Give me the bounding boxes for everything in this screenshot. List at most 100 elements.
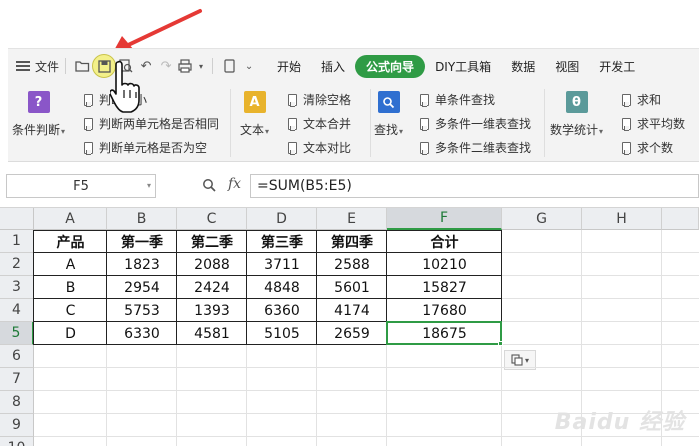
chevron-down-icon[interactable]: ▾ (196, 56, 206, 76)
text-button[interactable]: A 文本▾ (240, 91, 269, 138)
row-header-8[interactable]: 8 (0, 391, 34, 414)
row-header-3[interactable]: 3 (0, 276, 34, 299)
column-header-b[interactable]: B (107, 208, 177, 230)
name-box[interactable]: F5 ▾ (6, 174, 156, 198)
table-cell[interactable]: 5105 (247, 322, 317, 345)
column-header-a[interactable]: A (34, 208, 107, 230)
question-mark-icon: ? (27, 91, 50, 113)
table-cell[interactable]: 4581 (177, 322, 247, 345)
table-cell[interactable]: 3711 (247, 253, 317, 276)
table-cell[interactable]: 2424 (177, 276, 247, 299)
row-header-4[interactable]: 4 (0, 299, 34, 322)
table-header-cell[interactable]: 第四季 (317, 230, 387, 253)
file-menu[interactable]: 文件 (8, 58, 59, 75)
divider (212, 58, 214, 74)
print-icon[interactable] (176, 56, 196, 76)
judge-empty-item[interactable]: 判断单元格是否为空 (84, 139, 207, 156)
document-icon (84, 141, 93, 155)
table-cell[interactable]: 5601 (317, 276, 387, 299)
condition-judge-button[interactable]: ? 条件判断▾ (12, 91, 65, 138)
table-cell[interactable]: 17680 (387, 299, 502, 322)
column-header-c[interactable]: C (177, 208, 247, 230)
text-merge-label: 文本合并 (303, 117, 352, 131)
table-cell[interactable]: D (34, 322, 107, 345)
fill-handle[interactable] (498, 341, 503, 346)
document-icon (420, 93, 429, 107)
new-document-icon[interactable] (219, 56, 239, 76)
table-cell[interactable]: 4848 (247, 276, 317, 299)
row-header-9[interactable]: 9 (0, 414, 34, 437)
row-header-6[interactable]: 6 (0, 345, 34, 368)
spreadsheet-grid: ▾ Baidu 经验 ABCDEFGH12345678910产品第一季第二季第三… (0, 208, 699, 446)
table-border (316, 230, 317, 345)
table-header-cell[interactable]: 合计 (387, 230, 502, 253)
judge-same-item[interactable]: 判断两单元格是否相同 (84, 115, 219, 132)
table-cell[interactable]: 2659 (317, 322, 387, 345)
multi-1d-lookup-label: 多条件一维表查找 (435, 117, 532, 131)
search-icon (377, 91, 400, 113)
column-header-e[interactable]: E (317, 208, 387, 230)
document-icon (84, 93, 93, 107)
zoom-icon[interactable] (202, 178, 216, 196)
table-cell[interactable]: 15827 (387, 276, 502, 299)
count-item[interactable]: 求个数 (622, 139, 673, 156)
count-label: 求个数 (637, 141, 674, 155)
gridline (581, 230, 582, 446)
formula-input[interactable]: =SUM(B5:E5) (250, 174, 699, 198)
table-cell[interactable]: 5753 (107, 299, 177, 322)
row-header-7[interactable]: 7 (0, 368, 34, 391)
table-header-cell[interactable]: 第一季 (107, 230, 177, 253)
row-header-2[interactable]: 2 (0, 253, 34, 276)
text-compare-item[interactable]: 文本对比 (288, 139, 351, 156)
tab-developer[interactable]: 开发工 (589, 55, 645, 78)
table-cell[interactable]: 4174 (317, 299, 387, 322)
table-cell[interactable]: 2954 (107, 276, 177, 299)
column-header-h[interactable]: H (582, 208, 662, 230)
table-border (246, 230, 247, 345)
open-folder-icon[interactable] (72, 56, 92, 76)
tab-formula-wizard[interactable]: 公式向导 (355, 54, 426, 78)
select-all-corner[interactable] (0, 208, 34, 230)
text-merge-item[interactable]: 文本合并 (288, 115, 351, 132)
row-header-5[interactable]: 5 (0, 322, 34, 345)
tab-data[interactable]: 数据 (501, 55, 545, 78)
insert-function-icon[interactable]: fx (228, 176, 241, 192)
table-cell[interactable]: 6330 (107, 322, 177, 345)
multi-2d-lookup-label: 多条件二维表查找 (435, 141, 532, 155)
document-icon (84, 117, 93, 131)
tab-home[interactable]: 开始 (267, 55, 311, 78)
lookup-label: 查找 (374, 123, 399, 137)
row-header-10[interactable]: 10 (0, 437, 34, 446)
tab-insert[interactable]: 插入 (311, 55, 355, 78)
table-cell[interactable]: C (34, 299, 107, 322)
tab-view[interactable]: 视图 (545, 55, 589, 78)
column-header-d[interactable]: D (247, 208, 317, 230)
table-cell[interactable]: 2088 (177, 253, 247, 276)
table-cell[interactable]: 2588 (317, 253, 387, 276)
lookup-button[interactable]: 查找▾ (374, 91, 403, 138)
math-stats-button[interactable]: θ 数学统计▾ (550, 91, 603, 138)
row-header-1[interactable]: 1 (0, 230, 34, 253)
group-divider (544, 89, 545, 157)
table-cell[interactable]: B (34, 276, 107, 299)
condition-judge-label: 条件判断 (12, 123, 61, 137)
table-cell[interactable]: 6360 (247, 299, 317, 322)
table-cell[interactable]: A (34, 253, 107, 276)
tab-diy-toolbox[interactable]: DIY工具箱 (425, 55, 501, 78)
average-item[interactable]: 求平均数 (622, 115, 685, 132)
table-header-cell[interactable]: 第三季 (247, 230, 317, 253)
table-cell[interactable]: 1393 (177, 299, 247, 322)
clear-spaces-item[interactable]: 清除空格 (288, 91, 351, 108)
column-header-g[interactable]: G (502, 208, 582, 230)
multi-2d-lookup-item[interactable]: 多条件二维表查找 (420, 139, 531, 156)
customize-toolbar-icon[interactable]: ⌄ (239, 56, 259, 76)
single-lookup-item[interactable]: 单条件查找 (420, 91, 495, 108)
gridline (661, 230, 662, 446)
column-header-f[interactable]: F (387, 208, 502, 230)
sum-item[interactable]: 求和 (622, 91, 661, 108)
table-cell[interactable]: 10210 (387, 253, 502, 276)
table-cell[interactable]: 1823 (107, 253, 177, 276)
multi-1d-lookup-item[interactable]: 多条件一维表查找 (420, 115, 531, 132)
table-header-cell[interactable]: 产品 (34, 230, 107, 253)
table-header-cell[interactable]: 第二季 (177, 230, 247, 253)
